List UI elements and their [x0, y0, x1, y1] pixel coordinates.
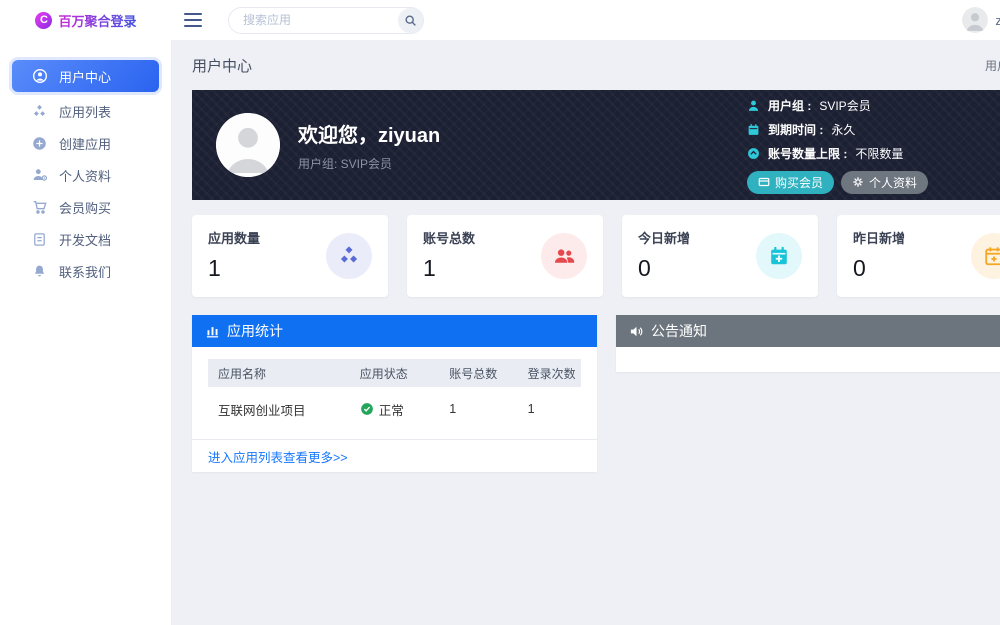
breadcrumb: 用户中心: [985, 57, 1000, 74]
sidebar: 用户中心 应用列表 创建应用: [0, 40, 172, 625]
sidebar-item-label: 创建应用: [59, 134, 111, 153]
stat-card-apps: 应用数量 1: [192, 215, 388, 297]
page-title: 用户中心: [192, 55, 252, 76]
buy-membership-label: 购买会员: [775, 174, 823, 191]
stat-card-accounts: 账号总数 1: [407, 215, 603, 297]
page-header: 用户中心 用户中心: [192, 40, 1000, 90]
speaker-icon: [629, 324, 644, 339]
sidebar-item-membership[interactable]: 会员购买: [12, 192, 159, 222]
table-row: 互联网创业项目 正常: [208, 387, 581, 431]
brand-name: 百万聚合登录: [58, 11, 136, 30]
user-banner: 欢迎您，ziyuan 用户组: SVIP会员 用户组 : SVIP会员: [192, 90, 1000, 200]
info-value: SVIP会员: [819, 97, 870, 114]
app-stats-title: 应用统计: [227, 321, 283, 341]
topbar: C 百万聚合登录 ziyuan: [0, 0, 1000, 40]
user-gear-icon: [32, 167, 48, 183]
user-icon: [747, 99, 760, 112]
info-value: 永久: [831, 121, 855, 138]
info-value: 不限数量: [855, 145, 903, 162]
topbar-username: ziyuan: [995, 13, 1000, 28]
user-circle-icon: [32, 68, 48, 84]
column-header: 应用状态: [350, 365, 440, 382]
cubes-icon: [326, 233, 372, 279]
info-label: 到期时间 :: [768, 121, 823, 138]
user-menu[interactable]: ziyuan: [962, 7, 1000, 33]
sidebar-item-label: 开发文档: [59, 230, 111, 249]
column-header: 登录次数: [518, 365, 581, 382]
stat-card-yesterday: 昨日新增 0: [837, 215, 1000, 297]
info-row-expiry: 到期时间 : 永久: [747, 121, 1000, 138]
brand-logo[interactable]: C 百万聚合登录: [0, 11, 172, 30]
calendar-plus-icon: [756, 233, 802, 279]
notice-panel: 公告通知: [616, 315, 1000, 372]
search-button[interactable]: [398, 8, 423, 33]
bar-chart-icon: [205, 324, 220, 339]
hero-avatar: [216, 113, 280, 177]
cubes-icon: [32, 103, 48, 119]
content-area: 用户中心 用户中心 欢迎您，ziyuan 用户组: SVIP会员: [172, 40, 1000, 625]
app-stats-table: 应用名称 应用状态 账号总数 登录次数 互联网创业项目: [192, 347, 597, 431]
logins-cell: 1: [518, 402, 581, 416]
stat-card-today: 今日新增 0: [622, 215, 818, 297]
avatar: [962, 7, 988, 33]
sidebar-item-create-app[interactable]: 创建应用: [12, 128, 159, 158]
notice-header: 公告通知: [616, 315, 1000, 347]
table-header-row: 应用名称 应用状态 账号总数 登录次数: [208, 359, 581, 387]
arrow-up-circle-icon: [747, 147, 760, 160]
sidebar-item-app-list[interactable]: 应用列表: [12, 96, 159, 126]
stats-row: 应用数量 1 账号总数 1: [192, 215, 1000, 297]
profile-button[interactable]: 个人资料: [841, 171, 928, 194]
calendar-icon: [747, 123, 760, 136]
bell-icon: [32, 263, 48, 279]
hamburger-menu-icon[interactable]: [184, 13, 202, 27]
status-text: 正常: [379, 400, 404, 419]
sidebar-item-profile[interactable]: 个人资料: [12, 160, 159, 190]
profile-button-label: 个人资料: [869, 174, 917, 191]
cart-icon: [32, 199, 48, 215]
app-viewport: C 百万聚合登录 ziyuan: [0, 0, 1000, 625]
search-input[interactable]: [228, 7, 424, 34]
sidebar-item-label: 应用列表: [59, 102, 111, 121]
info-label: 账号数量上限 :: [768, 145, 847, 162]
search-icon: [404, 14, 417, 27]
app-status-cell: 正常: [350, 400, 440, 419]
app-stats-panel: 应用统计 应用名称 应用状态 账号总数 登录次数 互联网创业项目: [192, 315, 597, 472]
gear-icon: [852, 176, 864, 188]
user-group-subtitle: 用户组: SVIP会员: [298, 155, 440, 172]
brand-logo-icon: C: [35, 12, 52, 29]
info-row-limit: 账号数量上限 : 不限数量: [747, 145, 1000, 162]
column-header: 应用名称: [208, 365, 350, 382]
sidebar-item-label: 个人资料: [59, 166, 111, 185]
status-ok-icon: [360, 402, 374, 416]
sidebar-item-label: 会员购买: [59, 198, 111, 217]
sidebar-item-label: 联系我们: [59, 262, 111, 281]
users-icon: [541, 233, 587, 279]
card-icon: [758, 176, 770, 188]
column-header: 账号总数: [439, 365, 517, 382]
sidebar-item-docs[interactable]: 开发文档: [12, 224, 159, 254]
search-bar: [228, 7, 424, 34]
sidebar-item-user-center[interactable]: 用户中心: [12, 60, 159, 92]
notice-body: [616, 347, 1000, 372]
plus-circle-icon: [32, 135, 48, 151]
info-label: 用户组 :: [768, 97, 811, 114]
app-stats-header: 应用统计: [192, 315, 597, 347]
view-more-link[interactable]: 进入应用列表查看更多>>: [208, 447, 348, 466]
welcome-message: 欢迎您，ziyuan: [298, 119, 440, 148]
info-row-group: 用户组 : SVIP会员: [747, 97, 1000, 114]
buy-membership-button[interactable]: 购买会员: [747, 171, 834, 194]
notice-title: 公告通知: [651, 321, 707, 341]
accounts-cell: 1: [439, 402, 517, 416]
document-icon: [32, 231, 48, 247]
sidebar-item-label: 用户中心: [59, 67, 111, 86]
sidebar-item-contact[interactable]: 联系我们: [12, 256, 159, 286]
app-stats-footer: 进入应用列表查看更多>>: [192, 439, 597, 472]
app-name-cell: 互联网创业项目: [208, 400, 350, 419]
